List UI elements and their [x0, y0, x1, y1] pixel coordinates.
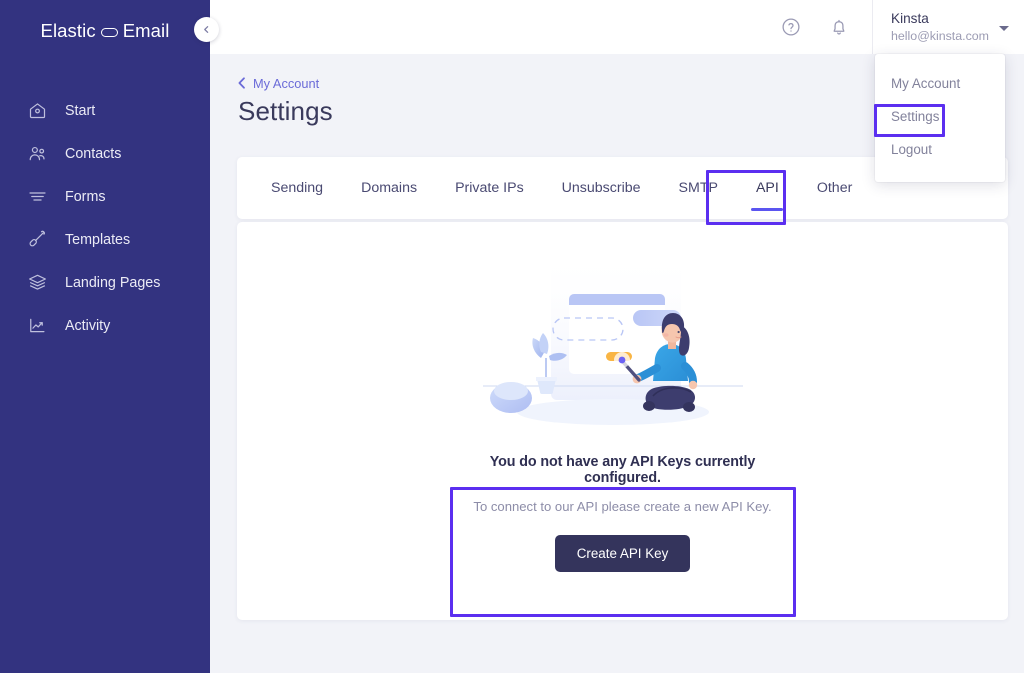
tab-private-ips[interactable]: Private IPs [436, 157, 543, 219]
sidebar-item-label: Start [65, 102, 96, 119]
tab-other[interactable]: Other [798, 157, 871, 219]
sidebar-item-label: Contacts [65, 145, 122, 162]
form-lines-icon [27, 186, 48, 207]
home-icon [27, 100, 48, 121]
sidebar-item-landing-pages[interactable]: Landing Pages [0, 261, 210, 304]
topbar-icon-group [780, 16, 872, 38]
breadcrumb[interactable]: My Account [210, 54, 319, 91]
bell-icon[interactable] [828, 16, 850, 38]
sidebar-item-label: Templates [65, 231, 131, 248]
question-circle-icon[interactable] [780, 16, 802, 38]
brush-icon [27, 229, 48, 250]
app-root: Elastic Email Start Contacts Forms Templ… [0, 0, 1024, 673]
sidebar-item-contacts[interactable]: Contacts [0, 132, 210, 175]
logo-text-right: Email [122, 20, 170, 41]
sidebar: Elastic Email Start Contacts Forms Templ… [0, 0, 210, 673]
caret-down-icon [999, 25, 1009, 31]
menu-item-my-account[interactable]: My Account [875, 68, 1005, 101]
chevron-left-icon [238, 76, 246, 91]
sidebar-item-forms[interactable]: Forms [0, 175, 210, 218]
create-api-key-button[interactable]: Create API Key [554, 535, 691, 572]
api-panel: You do not have any API Keys currently c… [237, 222, 1008, 620]
empty-state-subtitle: To connect to our API please create a ne… [473, 499, 772, 514]
tab-smtp[interactable]: SMTP [660, 157, 737, 219]
menu-item-logout[interactable]: Logout [875, 134, 1005, 167]
user-email: hello@kinsta.com [891, 28, 989, 43]
logo-link-icon [100, 27, 118, 37]
sidebar-item-label: Landing Pages [65, 274, 161, 291]
tab-domains[interactable]: Domains [342, 157, 436, 219]
layers-icon [27, 272, 48, 293]
empty-state-title: You do not have any API Keys currently c… [489, 454, 756, 486]
sidebar-item-label: Activity [65, 317, 111, 334]
menu-item-settings[interactable]: Settings [875, 101, 1005, 134]
sidebar-item-start[interactable]: Start [0, 89, 210, 132]
sidebar-collapse-button[interactable] [194, 17, 219, 42]
logo-text-left: Elastic [40, 20, 96, 41]
sidebar-item-activity[interactable]: Activity [0, 304, 210, 347]
chevron-left-icon [204, 26, 209, 33]
breadcrumb-label: My Account [253, 76, 320, 91]
sidebar-nav: Start Contacts Forms Templates Landing P… [0, 89, 210, 347]
user-profile-menu-trigger[interactable]: Kinsta hello@kinsta.com [873, 0, 1024, 54]
user-dropdown-menu: My Account Settings Logout [875, 54, 1005, 183]
sidebar-item-label: Forms [65, 188, 106, 205]
tab-sending[interactable]: Sending [252, 157, 342, 219]
chart-line-icon [27, 315, 48, 336]
empty-state: You do not have any API Keys currently c… [453, 454, 793, 572]
brand-logo[interactable]: Elastic Email [0, 0, 210, 56]
tab-unsubscribe[interactable]: Unsubscribe [543, 157, 660, 219]
people-icon [27, 143, 48, 164]
topbar: Kinsta hello@kinsta.com [210, 0, 1024, 54]
user-name: Kinsta [891, 10, 929, 26]
sidebar-item-templates[interactable]: Templates [0, 218, 210, 261]
tab-api[interactable]: API [737, 157, 798, 219]
empty-state-illustration [473, 246, 773, 451]
